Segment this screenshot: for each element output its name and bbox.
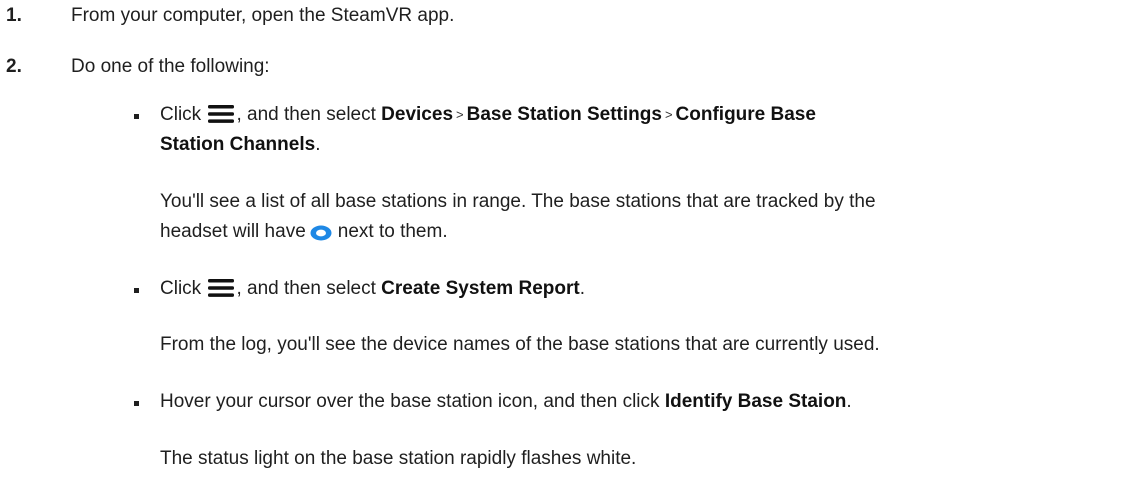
- step-text: Do one of the following:: [71, 56, 270, 77]
- menu-item-identify-base-station: Identify Base Staion: [664, 391, 847, 412]
- option-1-instruction-cont: Station Channels.: [160, 134, 321, 155]
- option-2-note: From the log, you'll see the device name…: [160, 334, 880, 355]
- bullet: [134, 288, 139, 293]
- option-2-instruction: Click , and then select Create System Re…: [160, 278, 585, 299]
- option-1-instruction: Click , and then select Devices > Base Sta…: [160, 104, 816, 125]
- step-number: 2.: [6, 56, 22, 77]
- menu-path-configure: Configure Base: [675, 104, 816, 125]
- menu-item-create-system-report: Create System Report: [381, 278, 580, 299]
- step-number: 1.: [6, 5, 22, 26]
- bullet: [134, 401, 139, 406]
- menu-path-base-station-settings: Base Station Settings: [466, 104, 662, 125]
- menu-path-devices: Devices: [381, 104, 454, 125]
- hamburger-menu-icon: [208, 105, 235, 123]
- option-1-note: You'll see a list of all base stations i…: [160, 191, 876, 212]
- option-3-instruction: Hover your cursor over the base station …: [160, 391, 852, 412]
- bullet: [134, 114, 139, 119]
- hamburger-menu-icon: [208, 279, 235, 297]
- step-text: From your computer, open the SteamVR app…: [71, 5, 455, 26]
- option-1-note-cont: headset will have next to them.: [160, 221, 448, 242]
- option-3-note: The status light on the base station rap…: [160, 448, 637, 469]
- eye-icon: [310, 225, 332, 241]
